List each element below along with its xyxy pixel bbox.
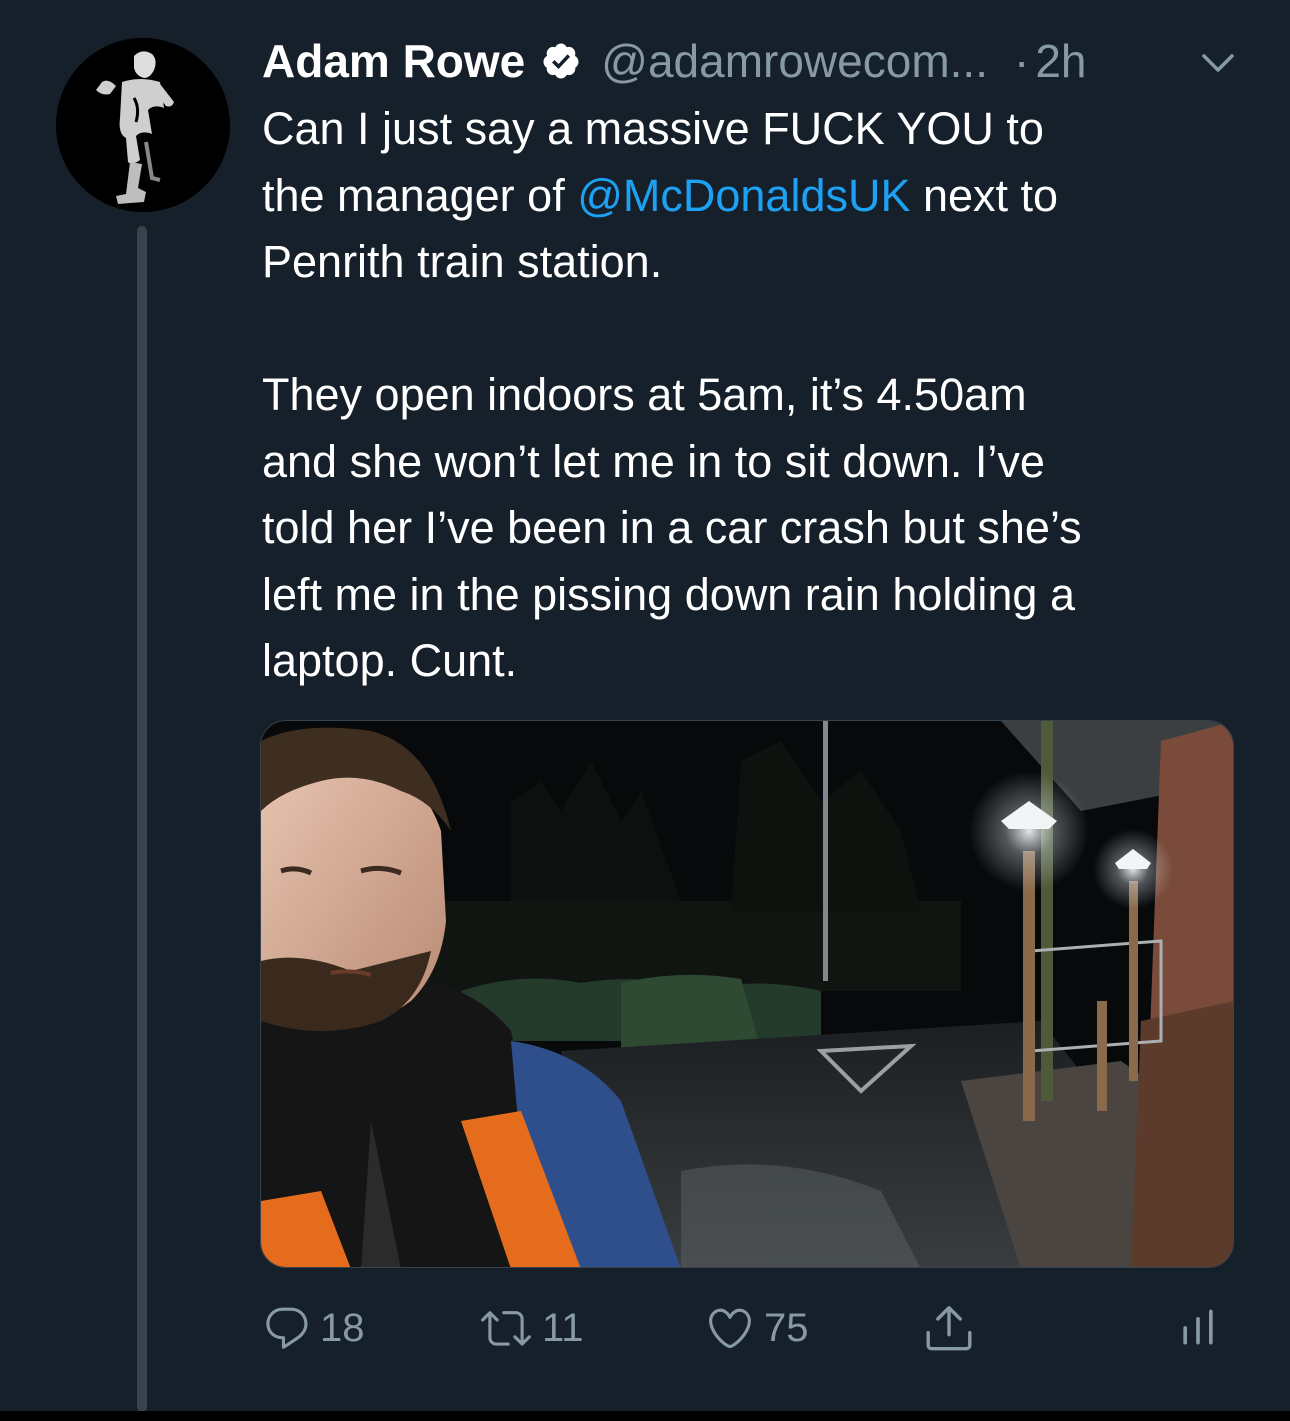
chevron-down-icon[interactable] <box>1196 48 1240 78</box>
thread-line <box>137 226 147 1412</box>
tweet-text: Can I just say a massive FUCK YOU to the… <box>262 96 1252 695</box>
retweet-count: 11 <box>542 1305 584 1350</box>
like-count: 75 <box>764 1305 809 1350</box>
tweet-text-line: the manager of @McDonaldsUK next to <box>262 163 1252 230</box>
author-name[interactable]: Adam Rowe <box>262 34 525 88</box>
tweet-text-line: and she won’t let me in to sit down. I’v… <box>262 435 1045 487</box>
reply-button[interactable]: 18 <box>262 1298 365 1358</box>
tweet-actions: 18 11 75 <box>262 1298 1232 1358</box>
avatar-image <box>56 38 230 212</box>
tweet-text-line: laptop. Cunt. <box>262 635 518 686</box>
reply-icon <box>266 1307 308 1349</box>
analytics-button[interactable] <box>1176 1298 1220 1358</box>
retweet-icon <box>481 1311 531 1346</box>
tweet-photo[interactable] <box>260 720 1234 1268</box>
photo-content <box>261 721 1233 1267</box>
share-button[interactable] <box>922 1298 976 1358</box>
tweet-text-segment: next to <box>910 169 1059 221</box>
like-button[interactable]: 75 <box>704 1298 809 1358</box>
tweet-timestamp[interactable]: 2h <box>1035 34 1086 88</box>
tweet-header: Adam Rowe @adamrowecom... · 2h <box>262 30 1086 92</box>
tweet-text-line: told her I’ve been in a car crash but sh… <box>262 502 1082 553</box>
heart-icon <box>709 1308 751 1349</box>
verified-badge-icon <box>543 43 579 79</box>
reply-count: 18 <box>320 1305 365 1350</box>
tweet-text-line: left me in the pissing down rain holding… <box>262 568 1075 620</box>
author-handle[interactable]: @adamrowecom... <box>601 34 988 88</box>
tweet-text-line: Can I just say a massive FUCK YOU to <box>262 103 1044 154</box>
share-icon <box>926 1306 972 1351</box>
tweet-text-segment: the manager of <box>262 169 578 221</box>
retweet-button[interactable]: 11 <box>478 1298 584 1358</box>
analytics-icon <box>1183 1309 1213 1345</box>
tweet-text-line: They open indoors at 5am, it’s 4.50am <box>262 369 1027 420</box>
header-separator: · <box>1013 35 1030 87</box>
paragraph-break <box>262 296 1252 363</box>
mention-link[interactable]: @McDonaldsUK <box>577 170 910 221</box>
tweet-text-line: Penrith train station. <box>262 236 663 287</box>
screen-bottom-edge <box>0 1411 1290 1421</box>
avatar[interactable] <box>56 38 230 212</box>
